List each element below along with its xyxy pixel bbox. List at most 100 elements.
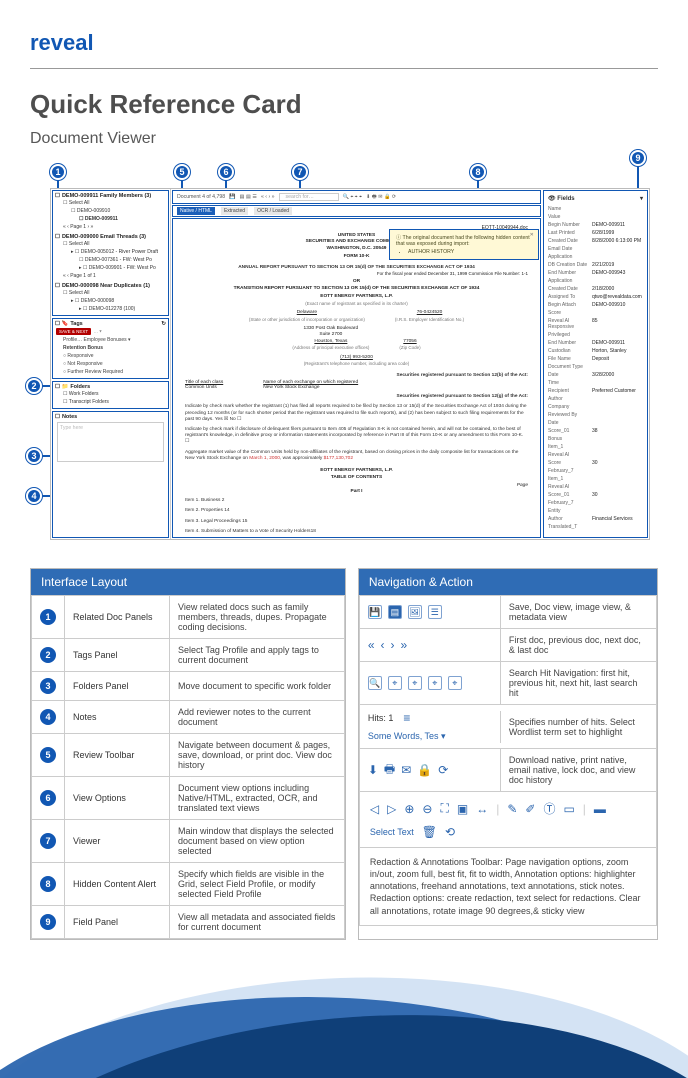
fit-width-icon[interactable]: ↔ [476,802,488,816]
pagination-icons[interactable]: « ‹ › » [261,194,275,200]
left-sidebar: ☐ DEMO-009911 Family Members (3) ☐ Selec… [51,189,171,539]
next-hit-icon[interactable]: ⌖ [428,676,442,690]
field-value: DEMO-009943 [592,270,643,276]
zoom-in-icon[interactable]: ⊕ [404,802,414,816]
zoom-out-icon[interactable]: ⊖ [422,802,432,816]
search-icon[interactable]: 🔍 [368,676,382,690]
tab-extracted[interactable]: Extracted [221,207,248,215]
close-icon[interactable]: ✕ [530,232,534,238]
select-all-2[interactable]: Select All [69,241,90,247]
doc-view-icon[interactable]: ▤ [388,605,402,619]
layout-num: 2 [40,647,56,663]
select-all[interactable]: Select All [69,200,90,206]
first-hit-icon[interactable]: ⌖ [388,676,402,690]
lock-icon[interactable]: 🔒 [417,763,432,777]
layout-num: 6 [40,790,56,806]
field-key: Score [548,310,592,316]
interface-layout-card: Interface Layout 1Related Doc PanelsView… [30,568,346,940]
last-hit-icon[interactable]: ⌖ [448,676,462,690]
first-doc-icon[interactable]: « [368,638,375,652]
dup-item[interactable]: DEMO-000098 [81,298,114,304]
prev-hit-icon[interactable]: ⌖ [408,676,422,690]
field-key: Reveal AI [548,484,592,490]
folder-item[interactable]: ☐ Transcript Folders [55,398,166,406]
zoom-full-icon[interactable]: ⛶ [440,801,448,816]
wordlist-select[interactable]: Some Words, Tes ▾ [368,731,446,742]
email-item[interactable]: DEMO-007361 - FW: West Po [85,257,152,263]
next-doc-icon[interactable]: › [391,638,395,652]
save-icon[interactable]: 💾 [229,194,235,200]
image-view-icon[interactable]: 🖼 [408,605,422,619]
page-nav-icon[interactable]: ◁ [370,802,379,816]
field-value [592,214,643,220]
v-phone-label: (Registrant's telephone number, includin… [304,361,409,366]
field-value: DEMO-009910 [592,302,643,308]
dup-item[interactable]: DEMO-012278 (100) [89,306,135,312]
field-value [592,420,643,426]
view-options-toolbar[interactable]: Native / HTML Extracted OCR / Loaded [172,205,541,217]
rotate-icon[interactable]: ⟲ [445,825,455,839]
list-icon[interactable]: ≡ [403,711,410,725]
sticky-note-icon[interactable]: ▭ [563,802,574,816]
metadata-view-icon[interactable]: ☰ [428,605,442,619]
select-all-3[interactable]: Select All [69,290,90,296]
text-annot-icon[interactable]: Ⓣ [543,800,555,817]
best-fit-icon[interactable]: ▣ [457,802,468,816]
save-icon[interactable]: 💾 [368,605,382,619]
callout-2: 2 [26,378,42,394]
last-doc-icon[interactable]: » [401,638,408,652]
tool-icons[interactable]: ⬇ 🖶 ✉ 🔒 ⟳ [366,193,396,202]
field-key: Application [548,278,592,284]
alert-msg: The original document had the following … [396,235,530,247]
field-key: Author [548,516,592,522]
notes-textarea[interactable]: Type here [57,422,164,462]
callout-7: 7 [292,164,308,180]
email-item[interactable]: DEMO-009901 - FW: West Po [89,265,156,271]
freehand-icon[interactable]: ✐ [525,802,535,816]
doc-item-selected[interactable]: DEMO-009911 [85,216,118,222]
highlighter-icon[interactable]: ✎ [507,802,517,816]
v-ein-label: (I.R.S. Employer Identification No.) [395,317,464,322]
print-icon[interactable]: 🖶 [384,760,395,781]
layout-heading: Interface Layout [31,569,345,595]
doc-search-input[interactable]: search for… [279,193,339,201]
layout-label: Tags Panel [65,639,170,672]
search-hit-icons[interactable]: 🔍 ⌖ ⌖ ⌖ [343,194,363,201]
pager[interactable]: « ‹ Page 1 › » [55,223,166,231]
download-icon[interactable]: ⬇ [368,763,378,777]
history-icon[interactable]: ⟳ [438,763,448,777]
folder-item[interactable]: ☐ Work Folders [55,390,166,398]
redaction-icon[interactable]: ▬ [594,802,606,816]
notes-panel: ☐ Notes Type here [52,411,169,538]
tag-option[interactable]: ○ Not Responsive [55,360,166,368]
document-viewer[interactable]: EOTT-10049944.doc UNITED STATES SECURITI… [172,218,541,538]
email-item[interactable]: DEMO-005012 - River Power Draft [81,249,158,255]
clear-icon[interactable]: 🗑 [422,825,437,839]
tag-option[interactable]: ○ Responsive [55,352,166,360]
field-value [592,364,643,370]
field-value [592,412,643,418]
tab-ocr[interactable]: OCR / Loaded [254,207,292,215]
notes-title: Notes [62,414,77,420]
select-text-button[interactable]: Select Text [370,827,414,837]
pager-2[interactable]: « ‹ Page 1 of 1 [55,272,166,280]
page-nav-icon[interactable]: ▷ [387,802,396,816]
doc-view-icons[interactable]: ▤ ▤ ☰ [240,194,257,200]
tag-option[interactable]: ○ Further Review Required [55,368,166,376]
layout-label: View Options [65,777,170,820]
doc-item[interactable]: DEMO-009910 [77,208,110,214]
field-value [592,468,643,474]
tab-native[interactable]: Native / HTML [177,207,215,215]
callout-1: 1 [50,164,66,180]
email-icon[interactable]: ✉ [401,763,411,777]
save-next-button[interactable]: SAVE & NEXT [56,328,91,335]
callout-3: 3 [26,448,42,464]
tag-profile[interactable]: Profile… Employee Bonuses ▾ [55,336,166,344]
review-toolbar[interactable]: Document 4 of 4,798 💾 ▤ ▤ ☰ « ‹ › » sear… [172,190,541,204]
redaction-toolbar-icons[interactable]: ◁ ▷ ⊕ ⊖ ⛶ ▣ ↔ | ✎ ✐ Ⓣ ▭ | ▬ Select Text … [359,792,657,848]
field-key: Document Type [548,364,592,370]
field-key: Name [548,206,592,212]
field-key: Translated_T [548,524,592,530]
prev-doc-icon[interactable]: ‹ [381,638,385,652]
nav-desc: First doc, previous doc, next doc, & las… [500,629,656,661]
